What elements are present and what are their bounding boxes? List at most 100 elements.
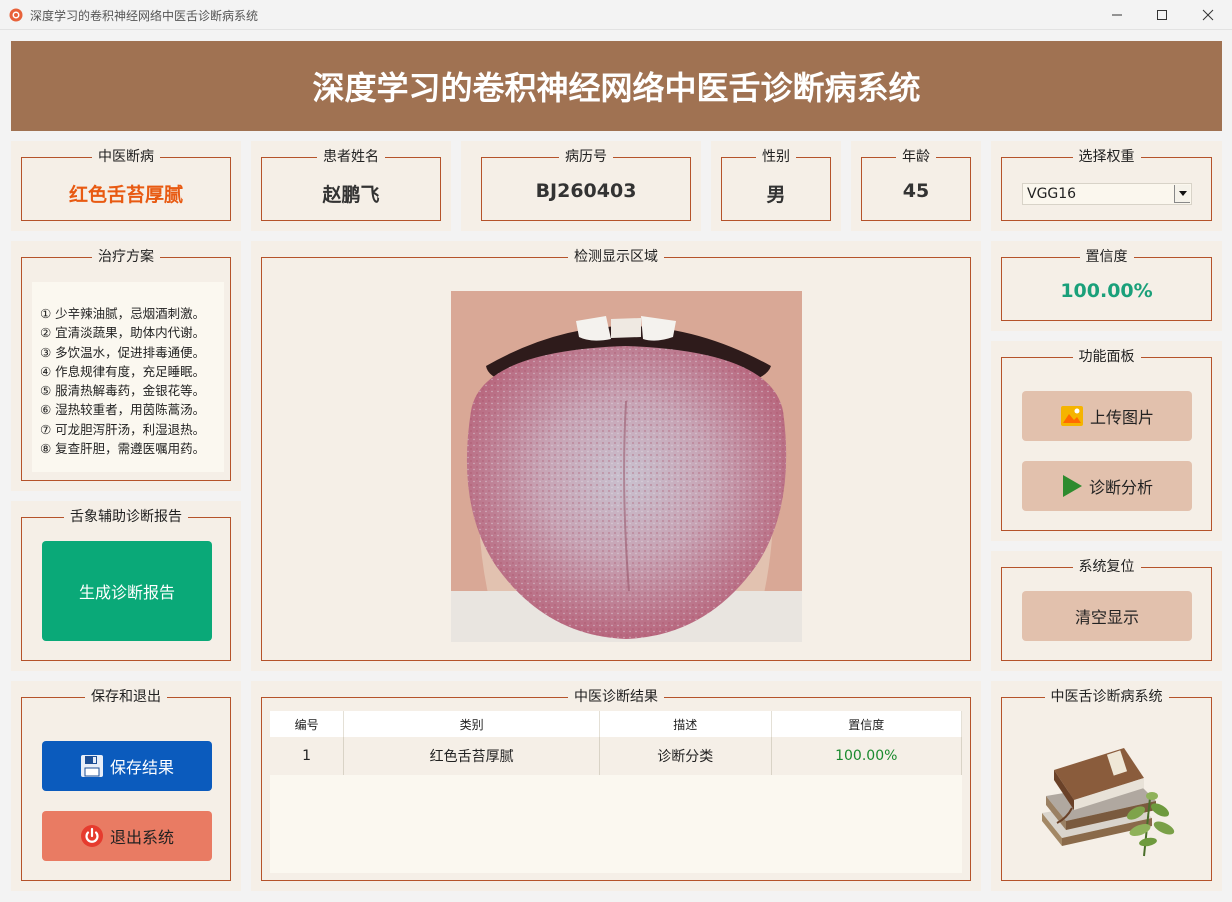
treatment-line: ⑦ 可龙胆泻肝汤，利湿退热。 <box>40 421 206 437</box>
cell-category: 红色舌苔厚腻 <box>343 737 601 776</box>
exit-system-label: 退出系统 <box>109 828 174 847</box>
patient-name-value: 赵鹏飞 <box>322 184 380 206</box>
age-card: 年龄 45 <box>851 141 981 231</box>
age-label: 年龄 <box>896 149 936 165</box>
maximize-button[interactable] <box>1139 0 1185 30</box>
minimize-icon <box>1112 14 1122 16</box>
treatment-line: ④ 作息规律有度，充足睡眠。 <box>40 363 206 379</box>
brand-label: 中医舌诊断病系统 <box>1044 689 1169 705</box>
treatment-line: ⑤ 服清热解毒药，金银花等。 <box>40 383 206 399</box>
gender-group: 性别 男 <box>721 149 831 221</box>
window-titlebar: 深度学习的卷积神经网络中医舌诊断病系统 <box>0 0 1232 30</box>
results-group: 中医诊断结果 编号 类别 描述 置信度 1 红色舌苔厚腻 诊断分类 100.00… <box>261 689 971 881</box>
save-results-button[interactable]: 保存结果 <box>42 741 212 791</box>
diagnosis-card: 中医断病 红色舌苔厚腻 <box>11 141 241 231</box>
gender-label: 性别 <box>756 149 796 165</box>
floppy-disk-icon <box>80 754 104 778</box>
cell-id: 1 <box>270 737 345 776</box>
cell-confidence: 100.00% <box>771 737 963 776</box>
column-header-confidence[interactable]: 置信度 <box>771 711 963 737</box>
column-header-id[interactable]: 编号 <box>270 711 345 737</box>
patient-name-label: 患者姓名 <box>317 149 385 165</box>
function-panel-card: 功能面板 上传图片 诊断分析 <box>991 341 1222 541</box>
treatment-line: ⑥ 湿热较重者，用茵陈蒿汤。 <box>40 402 206 418</box>
report-card: 舌象辅助诊断报告 生成诊断报告 <box>11 501 241 671</box>
diagnose-analyze-button[interactable]: 诊断分析 <box>1022 461 1192 511</box>
exit-system-button[interactable]: 退出系统 <box>42 811 212 861</box>
diagnosis-value: 红色舌苔厚腻 <box>68 184 183 206</box>
column-header-category[interactable]: 类别 <box>343 711 601 737</box>
weights-select[interactable]: VGG16 <box>1022 183 1192 205</box>
header-banner: 深度学习的卷积神经网络中医舌诊断病系统 <box>11 41 1222 131</box>
image-icon <box>1060 405 1084 427</box>
page-title: 深度学习的卷积神经网络中医舌诊断病系统 <box>312 69 921 107</box>
patient-name-card: 患者姓名 赵鹏飞 <box>251 141 451 231</box>
weights-selected-value: VGG16 <box>1027 186 1077 202</box>
confidence-value: 100.00% <box>1060 280 1153 302</box>
play-icon <box>1061 474 1083 498</box>
close-icon <box>1202 9 1214 21</box>
table-empty-area <box>270 775 962 873</box>
clear-display-button[interactable]: 清空显示 <box>1022 591 1192 641</box>
detection-card: 检测显示区域 <box>251 241 981 671</box>
brand-group: 中医舌诊断病系统 <box>1001 689 1212 881</box>
tongue-image <box>451 291 802 642</box>
cell-description: 诊断分类 <box>599 737 772 776</box>
app-logo-icon <box>9 8 23 22</box>
weights-label: 选择权重 <box>1072 149 1141 165</box>
treatment-line: ② 宜清淡蔬果，助体内代谢。 <box>40 325 206 341</box>
reset-card: 系统复位 清空显示 <box>991 551 1222 671</box>
upload-image-button[interactable]: 上传图片 <box>1022 391 1192 441</box>
save-exit-group: 保存和退出 保存结果 退出系统 <box>21 689 231 881</box>
results-table: 编号 类别 描述 置信度 1 红色舌苔厚腻 诊断分类 100.00% <box>270 711 963 776</box>
close-button[interactable] <box>1185 0 1231 30</box>
save-results-label: 保存结果 <box>109 758 174 777</box>
confidence-group: 置信度 100.00% <box>1001 249 1212 321</box>
age-value: 45 <box>902 180 930 202</box>
power-icon <box>80 824 104 848</box>
gender-card: 性别 男 <box>711 141 841 231</box>
treatment-card: 治疗方案 ① 少辛辣油腻，忌烟酒刺激。 ② 宜清淡蔬果，助体内代谢。 ③ 多饮温… <box>11 241 241 491</box>
gender-value: 男 <box>766 184 786 206</box>
confidence-card: 置信度 100.00% <box>991 241 1222 331</box>
results-card: 中医诊断结果 编号 类别 描述 置信度 1 红色舌苔厚腻 诊断分类 100.00… <box>251 681 981 891</box>
treatment-line: ③ 多饮温水，促进排毒通便。 <box>40 344 206 360</box>
diagnose-analyze-label: 诊断分析 <box>1088 478 1153 497</box>
reset-label: 系统复位 <box>1072 559 1141 575</box>
detection-label: 检测显示区域 <box>568 249 664 265</box>
save-exit-card: 保存和退出 保存结果 退出系统 <box>11 681 241 891</box>
treatment-line: ① 少辛辣油腻，忌烟酒刺激。 <box>40 306 206 321</box>
table-row[interactable]: 1 红色舌苔厚腻 诊断分类 100.00% <box>270 737 963 776</box>
brand-card: 中医舌诊断病系统 <box>991 681 1222 891</box>
record-no-value: BJ260403 <box>535 180 637 202</box>
confidence-label: 置信度 <box>1079 249 1134 265</box>
maximize-icon <box>1157 10 1167 20</box>
function-panel-label: 功能面板 <box>1072 349 1141 365</box>
treatment-label: 治疗方案 <box>92 249 160 265</box>
results-label: 中医诊断结果 <box>568 689 664 705</box>
upload-image-label: 上传图片 <box>1089 408 1154 427</box>
diagnosis-group: 中医断病 红色舌苔厚腻 <box>21 149 231 221</box>
treatment-text: ① 少辛辣油腻，忌烟酒刺激。 ② 宜清淡蔬果，助体内代谢。 ③ 多饮温水，促进排… <box>32 282 224 472</box>
column-header-description[interactable]: 描述 <box>599 711 772 737</box>
detection-group: 检测显示区域 <box>261 249 971 661</box>
report-label: 舌象辅助诊断报告 <box>64 509 188 525</box>
window-title: 深度学习的卷积神经网络中医舌诊断病系统 <box>30 9 259 23</box>
treatment-group: 治疗方案 ① 少辛辣油腻，忌烟酒刺激。 ② 宜清淡蔬果，助体内代谢。 ③ 多饮温… <box>21 249 231 481</box>
weights-card: 选择权重 VGG16 <box>991 141 1222 231</box>
reset-group: 系统复位 清空显示 <box>1001 559 1212 661</box>
function-panel-group: 功能面板 上传图片 诊断分析 <box>1001 349 1212 531</box>
treatment-line: ⑧ 复查肝胆，需遵医嘱用药。 <box>40 441 206 457</box>
diagnosis-label: 中医断病 <box>92 149 160 165</box>
record-no-card: 病历号 BJ260403 <box>461 141 701 231</box>
patient-name-group: 患者姓名 赵鹏飞 <box>261 149 441 221</box>
weights-group: 选择权重 VGG16 <box>1001 149 1212 221</box>
books-herb-logo <box>1042 748 1175 857</box>
generate-report-button[interactable]: 生成诊断报告 <box>42 541 212 641</box>
record-no-group: 病历号 BJ260403 <box>481 149 691 221</box>
save-exit-label: 保存和退出 <box>85 689 167 705</box>
chevron-down-icon[interactable] <box>1174 185 1190 203</box>
age-group: 年龄 45 <box>861 149 971 221</box>
minimize-button[interactable] <box>1094 0 1140 30</box>
report-group: 舌象辅助诊断报告 生成诊断报告 <box>21 509 231 661</box>
